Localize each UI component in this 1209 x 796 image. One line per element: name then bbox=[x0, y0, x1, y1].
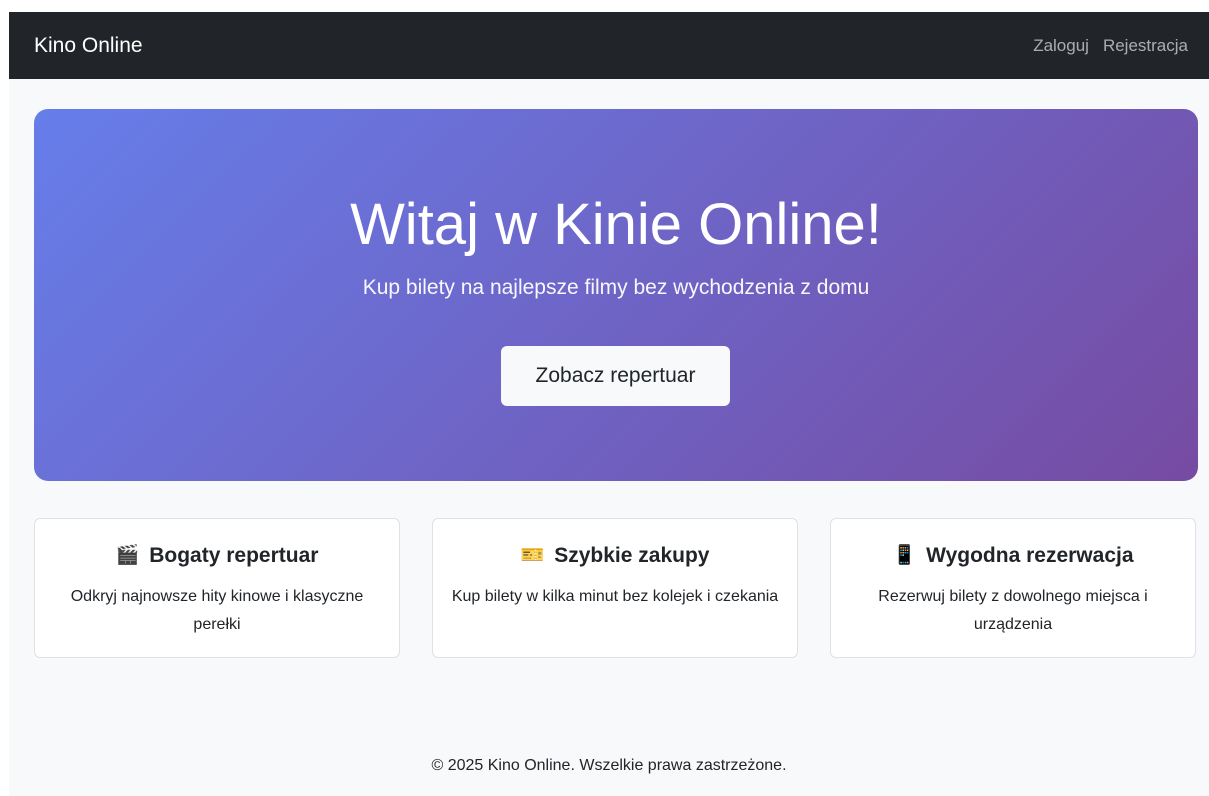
feature-card-text: Kup bilety w kilka minut bez kolejek i c… bbox=[451, 588, 779, 605]
nav-links: Zaloguj Rejestracja bbox=[1033, 34, 1188, 58]
register-link[interactable]: Rejestracja bbox=[1103, 34, 1188, 58]
feature-card-text: Odkryj najnowsze hity kinowe i klasyczne… bbox=[70, 588, 364, 633]
hero-subtitle: Kup bilety na najlepsze filmy bez wychod… bbox=[362, 276, 870, 299]
footer: © 2025 Kino Online. Wszelkie prawa zastr… bbox=[9, 754, 1209, 778]
ticket-icon: 🎫 bbox=[520, 545, 545, 566]
hero-banner: Witaj w Kinie Online! Kup bilety na najl… bbox=[34, 109, 1198, 481]
feature-card-title-text: Bogaty repertuar bbox=[149, 544, 319, 567]
feature-card-title: 📱 Wygodna rezerwacja bbox=[831, 541, 1195, 571]
top-navbar: Kino Online Zaloguj Rejestracja bbox=[9, 12, 1209, 79]
feature-card-text: Rezerwuj bilety z dowolnego miejsca i ur… bbox=[878, 588, 1148, 633]
feature-card-title-text: Wygodna rezerwacja bbox=[926, 544, 1134, 567]
feature-card-repertoire: 🎬 Bogaty repertuar Odkryj najnowsze hity… bbox=[34, 518, 400, 658]
feature-card-quick-purchase: 🎫 Szybkie zakupy Kup bilety w kilka minu… bbox=[432, 518, 798, 658]
page: Kino Online Zaloguj Rejestracja Witaj w … bbox=[9, 12, 1209, 796]
hero-title: Witaj w Kinie Online! bbox=[350, 192, 882, 257]
feature-card-title: 🎫 Szybkie zakupy bbox=[433, 541, 797, 571]
copyright-text: © 2025 Kino Online. Wszelkie prawa zastr… bbox=[431, 757, 787, 774]
brand-link[interactable]: Kino Online bbox=[34, 32, 143, 60]
feature-card-title-text: Szybkie zakupy bbox=[554, 544, 710, 567]
features-section: 🎬 Bogaty repertuar Odkryj najnowsze hity… bbox=[34, 518, 1198, 660]
clapperboard-icon: 🎬 bbox=[115, 545, 140, 566]
view-repertoire-button[interactable]: Zobacz repertuar bbox=[501, 346, 730, 406]
mobile-phone-icon: 📱 bbox=[892, 545, 917, 566]
feature-card-title: 🎬 Bogaty repertuar bbox=[35, 541, 399, 571]
login-link[interactable]: Zaloguj bbox=[1033, 34, 1089, 58]
feature-card-reservation: 📱 Wygodna rezerwacja Rezerwuj bilety z d… bbox=[830, 518, 1196, 658]
